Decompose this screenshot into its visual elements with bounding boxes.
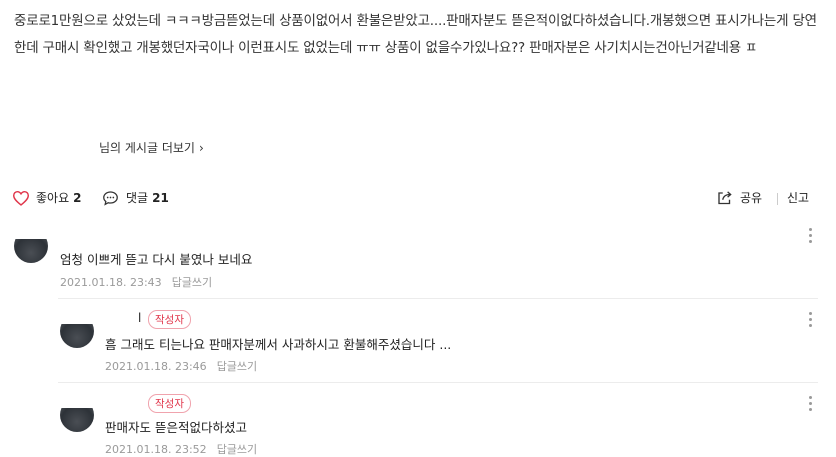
post-body: 중로로1만원으로 샀었는데 ㅋㅋㅋ방금뜯었는데 상품이없어서 환불은받았고...… [14,13,817,56]
comment-meta: 2021.01.18. 23:46 답글쓰기 [105,358,257,374]
report-label: 신고 [787,191,810,205]
report-button[interactable]: 신고 [787,189,809,206]
more-options-icon[interactable] [809,312,813,330]
action-divider [777,193,778,205]
comment-count-button[interactable]: 댓글 21 [102,189,169,206]
comment-text: 판매자도 뜯은적없다하셨고 [105,420,247,435]
share-label: 공유 [740,191,763,205]
reply-link[interactable]: 답글쓰기 [217,360,257,373]
heart-icon [12,190,30,206]
comment-meta: 2021.01.18. 23:52 답글쓰기 [105,441,257,457]
author-posts-link-label: 님의 게시글 더보기 [99,141,195,155]
like-count: 2 [73,190,82,205]
action-bar: 좋아요 2 댓글 21 공유 신고 [0,185,836,211]
divider [58,298,818,299]
comment-text: 엄청 이쁘게 뜯고 다시 붙였나 보네요 [60,252,253,267]
comment-date: 2021.01.18. 23:46 [105,360,207,373]
comment-text: 흠 그래도 티는나요 판매자분께서 사과하시고 환불해주셨습니다 ... [105,337,452,352]
more-options-icon[interactable] [809,396,813,414]
comment-meta: 2021.01.18. 23:43 답글쓰기 [60,274,212,290]
comment-date: 2021.01.18. 23:52 [105,443,207,456]
avatar[interactable] [60,324,94,348]
share-icon [718,191,732,205]
reply-link[interactable]: 답글쓰기 [172,276,212,289]
more-options-icon[interactable] [809,228,813,246]
author-badge: 작성자 [148,310,191,329]
comment-nickname[interactable]: l [138,311,141,325]
like-label: 좋아요 [36,191,70,205]
author-posts-link[interactable]: 님의 게시글 더보기 › [99,139,204,156]
chevron-right-icon: › [198,141,204,155]
comment-bubble-icon [103,190,118,206]
reply-link[interactable]: 답글쓰기 [217,443,257,456]
share-button[interactable]: 공유 [716,189,762,206]
avatar[interactable] [14,239,48,263]
author-badge: 작성자 [148,394,191,413]
comment-date: 2021.01.18. 23:43 [60,276,162,289]
like-button[interactable]: 좋아요 2 [12,189,81,206]
avatar[interactable] [60,408,94,432]
divider [58,382,818,383]
comment-label: 댓글 [126,191,149,205]
comment-count: 21 [152,190,169,205]
